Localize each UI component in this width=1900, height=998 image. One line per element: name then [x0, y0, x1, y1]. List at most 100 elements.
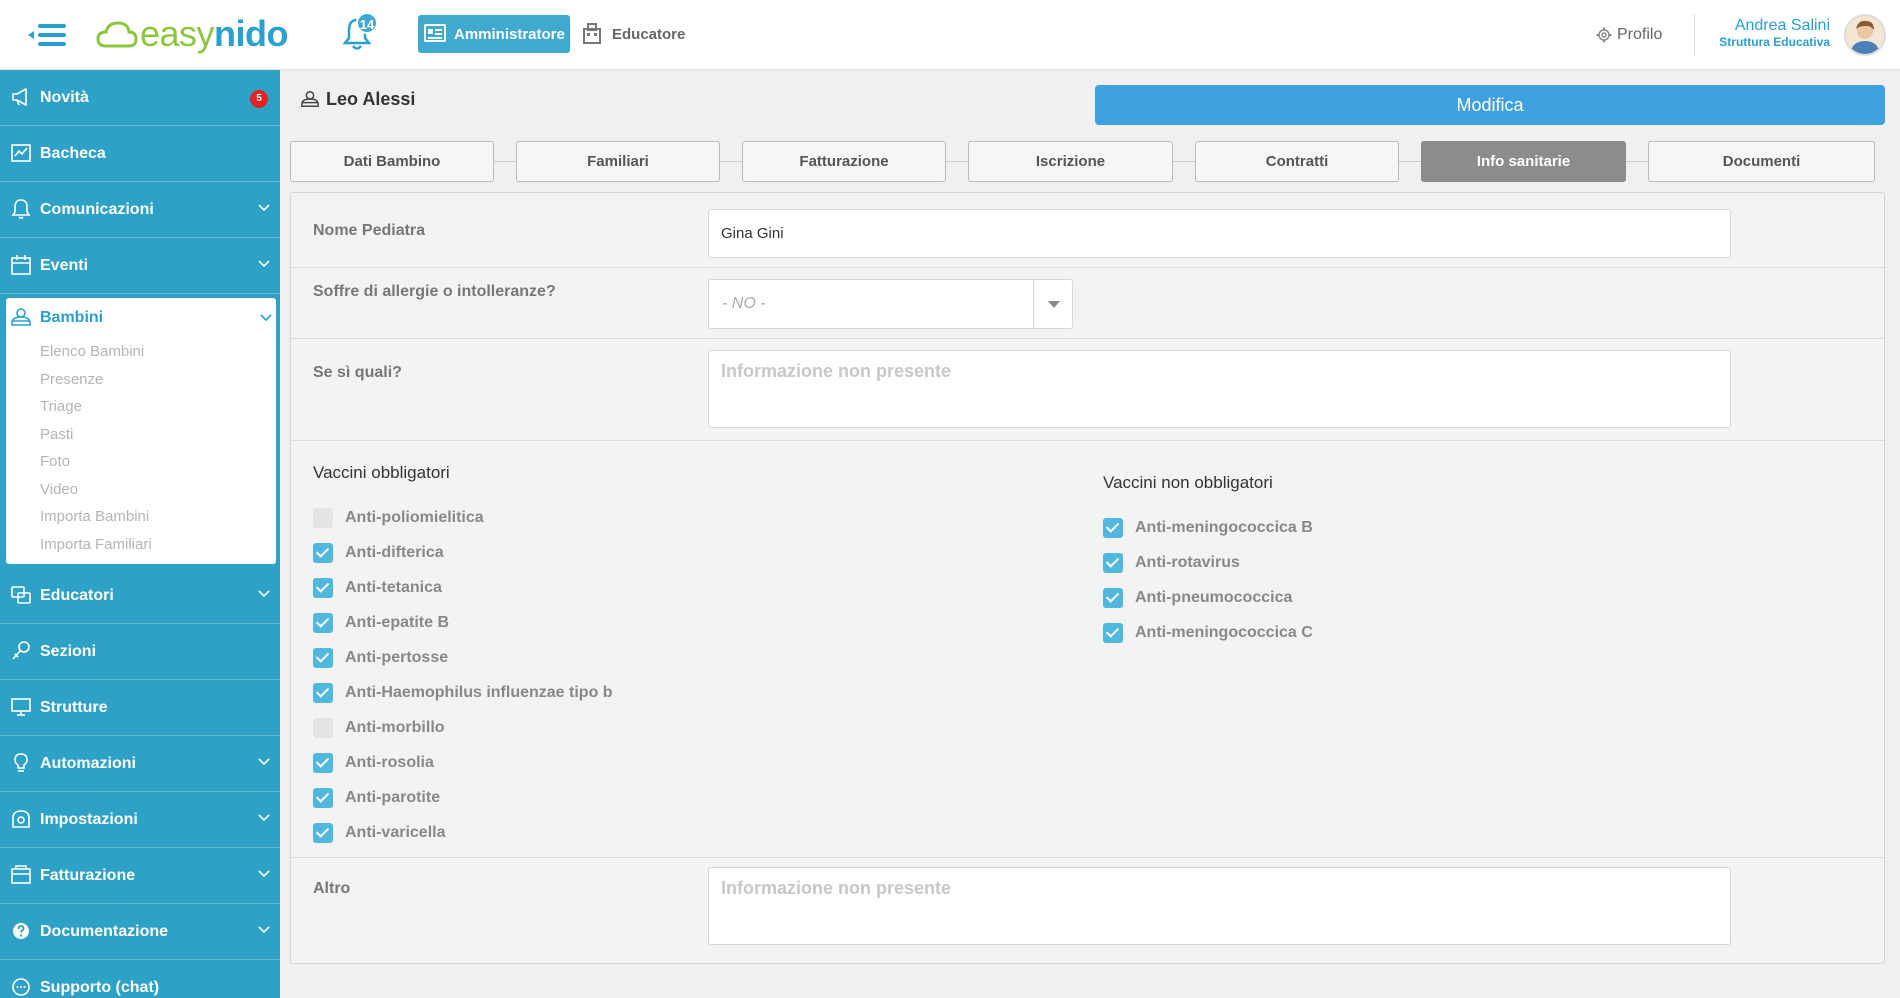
vaccine-checkbox[interactable]: Anti-poliomielitica — [313, 508, 484, 528]
allergies-detail-label: Se sì quali? — [313, 364, 402, 381]
vaccine-checkbox[interactable]: Anti-meningococcica B — [1103, 518, 1313, 538]
sidebar: Novità 5 Bacheca Comunicazioni Eventi Ba… — [0, 70, 280, 998]
vaccine-checkbox[interactable]: Anti-meningococcica C — [1103, 623, 1313, 643]
megaphone-icon — [12, 88, 27, 106]
vaccine-checkbox[interactable]: Anti-morbillo — [313, 718, 445, 738]
sidebar-item-label: Novità — [40, 88, 89, 106]
chevron-down-icon — [260, 314, 272, 322]
sidebar-item-eventi[interactable]: Eventi — [0, 238, 280, 294]
edit-button[interactable]: Modifica — [1095, 85, 1885, 125]
vaccine-label: Anti-pneumococcica — [1135, 589, 1293, 606]
checkbox-checked[interactable] — [1103, 553, 1123, 573]
optional-vaccines-title: Vaccini non obbligatori — [1103, 473, 1273, 492]
vaccine-checkbox[interactable]: Anti-varicella — [313, 823, 445, 843]
vaccine-checkbox[interactable]: Anti-difterica — [313, 543, 444, 563]
tab-fatturazione[interactable]: Fatturazione — [742, 141, 946, 182]
vaccine-label: Anti-poliomielitica — [345, 509, 484, 526]
checkbox-checked[interactable] — [313, 648, 333, 668]
vaccines-divider — [291, 857, 1884, 858]
sidebar-item-comunicazioni[interactable]: Comunicazioni — [0, 182, 280, 238]
vaccine-checkbox[interactable]: Anti-pertosse — [313, 648, 448, 668]
checkbox-unchecked[interactable] — [313, 718, 333, 738]
sidebar-item-label: Supporto (chat) — [40, 978, 160, 996]
checkbox-checked[interactable] — [313, 788, 333, 808]
subitem-importa-bambini[interactable]: Importa Bambini — [6, 503, 276, 531]
sidebar-item-label: Documentazione — [40, 922, 169, 940]
tab-iscrizione[interactable]: Iscrizione — [968, 141, 1173, 182]
tab-dati-bambino[interactable]: Dati Bambino — [290, 141, 494, 182]
vaccine-checkbox[interactable]: Anti-tetanica — [313, 578, 442, 598]
sidebar-item-documentazione[interactable]: Documentazione — [0, 904, 280, 960]
sidebar-item-label: Impostazioni — [40, 810, 138, 828]
tab-familiari[interactable]: Familiari — [516, 141, 720, 182]
chat-icon — [12, 978, 30, 996]
subitem-video[interactable]: Video — [6, 476, 276, 504]
checkbox-checked[interactable] — [313, 578, 333, 598]
sidebar-item-label: Educatori — [40, 586, 114, 604]
checkbox-checked[interactable] — [1103, 623, 1123, 643]
app-logo[interactable]: easynido — [96, 14, 289, 54]
checkbox-checked[interactable] — [313, 753, 333, 773]
sidebar-item-supporto[interactable]: Supporto (chat) — [0, 960, 280, 998]
sidebar-item-educatori[interactable]: Educatori — [0, 568, 280, 624]
vaccine-label: Anti-pertosse — [345, 649, 449, 666]
sidebar-item-bacheca[interactable]: Bacheca — [0, 126, 280, 182]
sidebar-item-label: Fatturazione — [40, 866, 136, 884]
vaccine-checkbox[interactable]: Anti-rosolia — [313, 753, 434, 773]
subitem-triage[interactable]: Triage — [6, 393, 276, 421]
vaccine-checkbox[interactable]: Anti-rotavirus — [1103, 553, 1240, 573]
checkbox-checked[interactable] — [313, 543, 333, 563]
sidebar-item-bambini[interactable]: Bambini — [6, 298, 276, 338]
other-textarea[interactable] — [708, 867, 1731, 945]
sidebar-item-label: Eventi — [40, 256, 89, 274]
checkbox-checked[interactable] — [313, 613, 333, 633]
sidebar-item-label: Automazioni — [40, 754, 136, 772]
subitem-importa-familiari[interactable]: Importa Familiari — [6, 531, 276, 559]
bulb-icon — [14, 753, 28, 772]
sidebar-group-bambini: Bambini Elenco Bambini Presenze Triage P… — [6, 298, 276, 564]
menu-toggle-icon[interactable] — [28, 20, 70, 50]
vaccine-checkbox[interactable]: Anti-pneumococcica — [1103, 588, 1292, 608]
subitem-foto[interactable]: Foto — [6, 448, 276, 476]
cloud-logo-icon — [96, 21, 138, 48]
role-administrator-button[interactable]: Amministratore — [418, 15, 570, 53]
vaccine-label: Anti-tetanica — [345, 579, 442, 596]
allergies-detail-textarea[interactable] — [708, 350, 1731, 428]
chevron-down-icon — [258, 870, 270, 878]
sidebar-item-sezioni[interactable]: Sezioni — [0, 624, 280, 680]
checkbox-checked[interactable] — [313, 683, 333, 703]
subitem-presenze[interactable]: Presenze — [6, 366, 276, 394]
sidebar-item-strutture[interactable]: Strutture — [0, 680, 280, 736]
checkbox-checked[interactable] — [1103, 588, 1123, 608]
subitem-elenco-bambini[interactable]: Elenco Bambini — [6, 338, 276, 366]
page-title: Leo Alessi — [300, 86, 415, 112]
tab-contratti[interactable]: Contratti — [1195, 141, 1399, 182]
profile-link[interactable]: Profilo — [1596, 22, 1662, 48]
monitor-icon — [11, 698, 31, 716]
profile-label: Profilo — [1617, 26, 1663, 43]
vaccine-checkbox[interactable]: Anti-epatite B — [313, 613, 449, 633]
gear-icon — [1596, 27, 1612, 43]
checkbox-checked[interactable] — [1103, 518, 1123, 538]
vaccine-label: Anti-morbillo — [345, 719, 445, 736]
role-educator-button[interactable]: Educatore — [582, 15, 685, 53]
tab-info-sanitarie[interactable]: Info sanitarie — [1421, 141, 1626, 182]
checkbox-checked[interactable] — [313, 823, 333, 843]
subitem-pasti[interactable]: Pasti — [6, 421, 276, 449]
sidebar-item-novita[interactable]: Novità 5 — [0, 70, 280, 126]
sidebar-item-impostazioni[interactable]: Impostazioni — [0, 792, 280, 848]
section-icon — [12, 641, 30, 660]
sidebar-item-fatturazione[interactable]: Fatturazione — [0, 848, 280, 904]
educator-role-icon — [583, 23, 601, 44]
avatar[interactable] — [1844, 14, 1886, 56]
allergies-detail-row: Se sì quali? — [291, 193, 1884, 441]
vaccine-label: Anti-varicella — [345, 824, 446, 841]
other-label: Altro — [313, 880, 351, 897]
sidebar-item-automazioni[interactable]: Automazioni — [0, 736, 280, 792]
checkbox-unchecked[interactable] — [313, 508, 333, 528]
vaccine-checkbox[interactable]: Anti-parotite — [313, 788, 440, 808]
user-name[interactable]: Andrea Salini — [1735, 17, 1830, 35]
tab-documenti[interactable]: Documenti — [1648, 141, 1875, 182]
vaccine-checkbox[interactable]: Anti-Haemophilus influenzae tipo b — [313, 683, 613, 703]
sidebar-item-label: Bacheca — [40, 144, 106, 162]
